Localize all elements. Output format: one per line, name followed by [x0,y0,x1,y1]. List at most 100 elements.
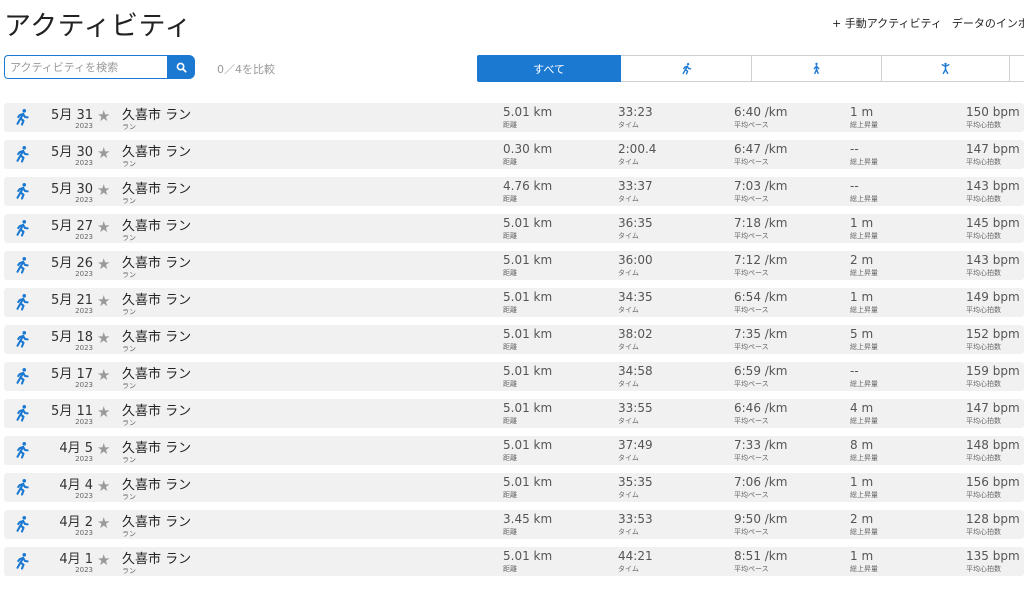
search-input[interactable] [4,55,167,79]
favorite-star-icon[interactable]: ★ [97,479,110,494]
activity-row[interactable]: 4月 1 2023 ★ 久喜市 ラン ラン 5.01 km 距離 44:21 タ… [4,547,1024,576]
elevation-value: 1 m [850,105,874,119]
metric-heart-rate: 145 bpm 平均心拍数 [966,215,1020,241]
tab-all[interactable]: すべて [477,55,621,82]
metric-elevation: 5 m 総上昇量 [850,326,878,352]
metric-distance: 5.01 km 距離 [503,437,552,463]
time-label: タイム [618,269,639,277]
heart-rate-label: 平均心拍数 [966,158,1001,166]
time-label: タイム [618,417,639,425]
activity-title[interactable]: 久喜市 ラン [122,400,191,419]
activity-type: ラン [122,123,136,131]
heart-rate-value: 150 bpm [966,105,1020,119]
metric-heart-rate: 143 bpm 平均心拍数 [966,178,1020,204]
metric-pace: 6:47 /km 平均ペース [734,141,787,167]
elevation-label: 総上昇量 [850,417,878,425]
activity-row[interactable]: 4月 2 2023 ★ 久喜市 ラン ラン 3.45 km 距離 33:53 タ… [4,510,1024,539]
activity-row[interactable]: 5月 27 2023 ★ 久喜市 ラン ラン 5.01 km 距離 36:35 … [4,214,1024,243]
activity-row[interactable]: 5月 26 2023 ★ 久喜市 ラン ラン 5.01 km 距離 36:00 … [4,251,1024,280]
activity-year: 2023 [75,122,93,130]
activity-year: 2023 [75,529,93,537]
favorite-star-icon[interactable]: ★ [97,331,110,346]
heart-rate-label: 平均心拍数 [966,491,1001,499]
activity-row[interactable]: 5月 31 2023 ★ 久喜市 ラン ラン 5.01 km 距離 33:23 … [4,103,1024,132]
running-icon [682,62,691,75]
activity-year: 2023 [75,270,93,278]
manual-activity-link[interactable]: + 手動アクティビティ [832,17,942,30]
activity-title[interactable]: 久喜市 ラン [122,548,191,567]
tab-more[interactable] [1010,55,1024,82]
activity-title[interactable]: 久喜市 ラン [122,437,191,456]
elevation-value: 2 m [850,253,874,267]
pace-label: 平均ペース [734,380,769,388]
tab-running[interactable] [621,55,752,82]
metric-heart-rate: 152 bpm 平均心拍数 [966,326,1020,352]
distance-value: 0.30 km [503,142,553,156]
activity-type-tabs: すべて [477,55,1024,82]
activity-date: 5月 27 [51,219,93,234]
metric-time: 36:00 タイム [618,252,653,278]
activity-type: ラン [122,493,136,501]
activity-row[interactable]: 4月 4 2023 ★ 久喜市 ラン ラン 5.01 km 距離 35:35 タ… [4,473,1024,502]
activity-row[interactable]: 5月 30 2023 ★ 久喜市 ラン ラン 4.76 km 距離 33:37 … [4,177,1024,206]
distance-label: 距離 [503,491,517,499]
import-data-link[interactable]: データのインポート [952,17,1024,30]
activity-row[interactable]: 5月 21 2023 ★ 久喜市 ラン ラン 5.01 km 距離 34:35 … [4,288,1024,317]
distance-value: 5.01 km [503,364,553,378]
heart-rate-label: 平均心拍数 [966,417,1001,425]
tab-walking[interactable] [752,55,882,82]
activity-date: 5月 18 [51,330,93,345]
activity-title[interactable]: 久喜市 ラン [122,104,191,123]
favorite-star-icon[interactable]: ★ [97,442,110,457]
favorite-star-icon[interactable]: ★ [97,183,110,198]
metric-heart-rate: 159 bpm 平均心拍数 [966,363,1020,389]
favorite-star-icon[interactable]: ★ [97,405,110,420]
metric-time: 2:00.4 タイム [618,141,656,167]
header-actions: + 手動アクティビティデータのインポート [832,15,1024,31]
activity-title[interactable]: 久喜市 ラン [122,363,191,382]
activity-title[interactable]: 久喜市 ラン [122,289,191,308]
favorite-star-icon[interactable]: ★ [97,146,110,161]
activity-title[interactable]: 久喜市 ラン [122,178,191,197]
elevation-label: 総上昇量 [850,195,878,203]
activity-title[interactable]: 久喜市 ラン [122,326,191,345]
activity-row[interactable]: 5月 18 2023 ★ 久喜市 ラン ラン 5.01 km 距離 38:02 … [4,325,1024,354]
metric-elevation: -- 総上昇量 [850,178,878,204]
metric-heart-rate: 149 bpm 平均心拍数 [966,289,1020,315]
activity-row[interactable]: 5月 17 2023 ★ 久喜市 ラン ラン 5.01 km 距離 34:58 … [4,362,1024,391]
tab-all-label: すべて [533,62,565,76]
tab-fitness[interactable] [882,55,1010,82]
activity-row[interactable]: 5月 11 2023 ★ 久喜市 ラン ラン 5.01 km 距離 33:55 … [4,399,1024,428]
favorite-star-icon[interactable]: ★ [97,220,110,235]
favorite-star-icon[interactable]: ★ [97,516,110,531]
activity-row[interactable]: 5月 30 2023 ★ 久喜市 ラン ラン 0.30 km 距離 2:00.4… [4,140,1024,169]
heart-rate-value: 143 bpm [966,179,1020,193]
favorite-star-icon[interactable]: ★ [97,257,110,272]
activity-title[interactable]: 久喜市 ラン [122,252,191,271]
favorite-star-icon[interactable]: ★ [97,294,110,309]
activity-date: 5月 31 [51,108,93,123]
heart-rate-label: 平均心拍数 [966,528,1001,536]
search-button[interactable] [167,55,195,79]
heart-rate-label: 平均心拍数 [966,269,1001,277]
metric-distance: 5.01 km 距離 [503,326,552,352]
distance-value: 3.45 km [503,512,553,526]
running-icon [16,405,29,422]
activity-title[interactable]: 久喜市 ラン [122,141,191,160]
favorite-star-icon[interactable]: ★ [97,109,110,124]
pace-value: 7:12 /km [734,253,788,267]
activity-title[interactable]: 久喜市 ラン [122,474,191,493]
activity-row[interactable]: 4月 5 2023 ★ 久喜市 ラン ラン 5.01 km 距離 37:49 タ… [4,436,1024,465]
favorite-star-icon[interactable]: ★ [97,553,110,568]
elevation-value: -- [850,142,859,156]
distance-value: 4.76 km [503,179,553,193]
pace-label: 平均ペース [734,528,769,536]
activity-title[interactable]: 久喜市 ラン [122,511,191,530]
heart-rate-label: 平均心拍数 [966,232,1001,240]
activity-type: ラン [122,271,136,279]
favorite-star-icon[interactable]: ★ [97,368,110,383]
activity-title[interactable]: 久喜市 ラン [122,215,191,234]
elevation-value: 1 m [850,216,874,230]
time-label: タイム [618,195,639,203]
time-value: 2:00.4 [618,142,657,156]
